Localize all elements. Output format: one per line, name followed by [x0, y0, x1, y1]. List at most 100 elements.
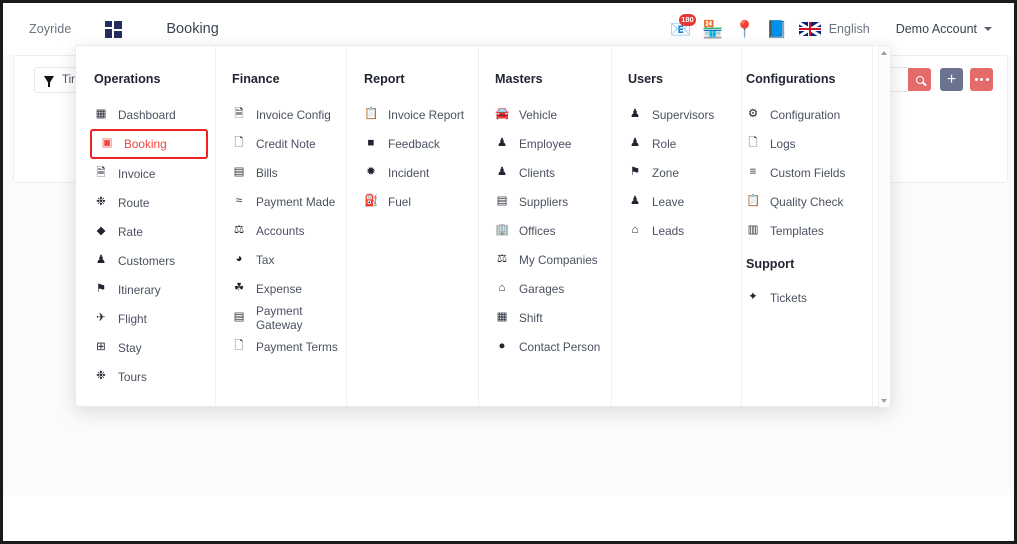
brand-name[interactable]: Zoyride [29, 22, 71, 36]
menu-item-tickets[interactable]: ✦ Tickets [742, 283, 872, 312]
menu-item-label: Rate [118, 224, 143, 239]
dashboard-icon: ▦ [95, 107, 107, 120]
account-label: Demo Account [895, 22, 977, 36]
account-menu[interactable]: Demo Account [896, 22, 992, 36]
menu-item-label: Invoice Report [388, 107, 465, 122]
menu-item-fuel[interactable]: ⛽ Fuel [360, 187, 478, 216]
menu-item-tours[interactable]: ❉ Tours [90, 362, 215, 391]
office-icon: 🏢 [495, 223, 510, 236]
menu-item-payment-made[interactable]: ≈ Payment Made [228, 187, 346, 216]
menu-item-label: Tours [118, 369, 147, 384]
app-viewport: Zoyride Booking 📧 180 🏪 📍 📘 English Demo… [3, 3, 1014, 541]
role-icon: ♟ [629, 136, 641, 149]
credit-note-icon: 🗋 [234, 136, 244, 149]
menu-item-feedback[interactable]: ■ Feedback [360, 129, 478, 158]
menu-item-payment-terms[interactable]: 🗋 Payment Terms [228, 332, 346, 361]
menu-item-label: Quality Check [770, 194, 844, 209]
more-options-button[interactable] [970, 68, 993, 91]
payment-terms-icon: 🗋 [234, 339, 244, 352]
store-icon[interactable]: 🏪 [697, 14, 729, 44]
menu-item-label: Offices [519, 223, 556, 238]
menu-item-dashboard[interactable]: ▦ Dashboard [90, 100, 215, 129]
menu-item-invoice[interactable]: 🗎 Invoice [90, 159, 215, 188]
menu-item-contact-person[interactable]: ● Contact Person [491, 332, 611, 361]
menu-item-leads[interactable]: ⌂ Leads [624, 216, 741, 245]
menu-item-clients[interactable]: ♟ Clients [491, 158, 611, 187]
menu-item-customers[interactable]: ♟ Customers [90, 246, 215, 275]
footer-strip [3, 495, 1014, 541]
scroll-down-arrow-icon[interactable] [881, 399, 887, 403]
menu-item-my-companies[interactable]: ⚖ My Companies [491, 245, 611, 274]
menu-item-payment-gateway[interactable]: ▤ Payment Gateway [228, 303, 346, 332]
add-button[interactable]: + [940, 68, 963, 91]
menu-item-incident[interactable]: ✹ Incident [360, 158, 478, 187]
info-book-icon[interactable]: 📘 [761, 14, 793, 44]
menu-scrollbar[interactable] [878, 47, 889, 407]
zone-icon: ⚑ [629, 165, 641, 178]
menu-item-flight[interactable]: ✈ Flight [90, 304, 215, 333]
menu-item-rate[interactable]: ◆ Rate [90, 217, 215, 246]
menu-item-bills[interactable]: ▤ Bills [228, 158, 346, 187]
menu-item-route[interactable]: ❉ Route [90, 188, 215, 217]
car-icon: 🚘 [495, 107, 510, 120]
menu-item-label: Payment Gateway [256, 303, 303, 332]
menu-item-role[interactable]: ♟ Role [624, 129, 741, 158]
menu-item-label: Accounts [256, 223, 305, 238]
scroll-up-arrow-icon[interactable] [881, 51, 887, 55]
uk-flag-icon[interactable] [798, 22, 821, 36]
column-title-configurations: Configurations [746, 72, 836, 86]
invoice-icon: 🗎 [96, 166, 106, 179]
menu-item-stay[interactable]: ⊞ Stay [90, 333, 215, 362]
menu-column-users: Users ♟ Supervisors ♟ Role ⚑ Zone ♟ Leav… [612, 46, 742, 406]
menu-item-invoice-report[interactable]: 📋 Invoice Report [360, 100, 478, 129]
menu-item-custom-fields[interactable]: ≡ Custom Fields [742, 158, 872, 187]
menu-item-invoice-config[interactable]: 🗎 Invoice Config [228, 100, 346, 129]
store-glyph: 🏪 [702, 19, 724, 39]
menu-item-booking[interactable]: ▣ Booking [90, 129, 208, 159]
menu-item-label: My Companies [519, 252, 598, 267]
menu-item-itinerary[interactable]: ⚑ Itinerary [90, 275, 215, 304]
column-title-operations: Operations [94, 72, 161, 86]
menu-item-vehicle[interactable]: 🚘 Vehicle [491, 100, 611, 129]
employee-icon: ♟ [496, 136, 508, 149]
menu-item-zone[interactable]: ⚑ Zone [624, 158, 741, 187]
menu-item-label: Stay [118, 340, 142, 355]
map-pin-icon[interactable]: 📍 [729, 14, 761, 44]
search-button[interactable] [908, 68, 931, 91]
menu-item-offices[interactable]: 🏢 Offices [491, 216, 611, 245]
bank-icon: ⚖ [496, 252, 508, 265]
grid-logo-icon[interactable] [105, 20, 123, 38]
column-title-report: Report [364, 72, 405, 86]
menu-item-suppliers[interactable]: ▤ Suppliers [491, 187, 611, 216]
itinerary-icon: ⚑ [95, 282, 107, 295]
suppliers-icon: ▤ [496, 194, 508, 207]
menu-item-quality-check[interactable]: 📋 Quality Check [742, 187, 872, 216]
menu-item-leave[interactable]: ♟ Leave [624, 187, 741, 216]
menu-item-logs[interactable]: 🗋 Logs [742, 129, 872, 158]
menu-item-label: Logs [770, 136, 796, 151]
menu-item-label: Expense [256, 281, 302, 296]
menu-item-label: Flight [118, 311, 147, 326]
menu-item-accounts[interactable]: ⚖ Accounts [228, 216, 346, 245]
menu-item-shift[interactable]: ▦ Shift [491, 303, 611, 332]
menu-item-tax[interactable]: ◕ Tax [228, 245, 346, 274]
menu-item-credit-note[interactable]: 🗋 Credit Note [228, 129, 346, 158]
bank-icon: ⚖ [233, 223, 245, 236]
menu-item-configuration[interactable]: ⚙ Configuration [742, 100, 872, 129]
menu-item-supervisors[interactable]: ♟ Supervisors [624, 100, 741, 129]
menu-item-templates[interactable]: ▥ Templates [742, 216, 872, 245]
menu-item-label: Itinerary [118, 282, 161, 297]
menu-item-expense[interactable]: ☘ Expense [228, 274, 346, 303]
info-book-glyph: 📘 [766, 19, 788, 39]
menu-item-label: Tickets [770, 290, 807, 305]
menu-column-configurations: Configurations ⚙ Configuration 🗋 Logs ≡ … [742, 46, 873, 406]
mail-icon[interactable]: 📧 180 [665, 14, 697, 44]
navbar-right-group: 📧 180 🏪 📍 📘 English Demo Account [665, 14, 992, 44]
payment-gateway-icon: ▤ [233, 310, 245, 323]
menu-item-label: Credit Note [256, 136, 316, 151]
language-label[interactable]: English [829, 22, 870, 36]
menu-item-garages[interactable]: ⌂ Garages [491, 274, 611, 303]
menu-item-label: Leads [652, 223, 685, 238]
menu-column-report: Report 📋 Invoice Report ■ Feedback ✹ Inc… [347, 46, 479, 406]
menu-item-employee[interactable]: ♟ Employee [491, 129, 611, 158]
